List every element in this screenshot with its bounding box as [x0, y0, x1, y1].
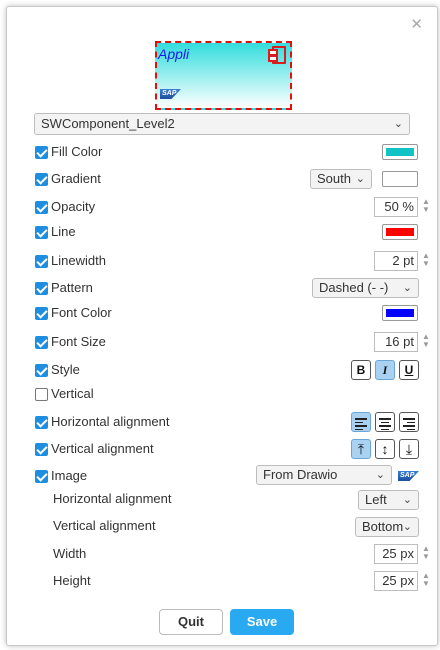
row-vertical-alignment: Vertical alignment ⤒ ↕ ⤓ — [7, 439, 437, 461]
font-color-checkbox[interactable] — [35, 307, 48, 320]
spinner-icon[interactable]: ▲ ▼ — [421, 252, 431, 270]
chevron-down-icon: ⌄ — [402, 282, 412, 294]
style-checkbox[interactable] — [35, 364, 48, 377]
font-color-label: Font Color — [51, 305, 112, 320]
image-h-align-label: Horizontal alignment — [53, 491, 172, 506]
image-height-input[interactable]: 25 px — [374, 571, 418, 591]
opacity-label: Opacity — [51, 199, 96, 214]
align-left-icon[interactable] — [351, 412, 371, 432]
horizontal-alignment-checkbox[interactable] — [35, 416, 48, 429]
vertical-alignment-checkbox[interactable] — [35, 443, 48, 456]
spinner-icon[interactable]: ▲ ▼ — [421, 572, 431, 590]
linewidth-checkbox[interactable] — [35, 255, 48, 268]
close-icon[interactable]: ✕ — [410, 15, 423, 33]
image-width-input[interactable]: 25 px — [374, 544, 418, 564]
pattern-label: Pattern — [51, 280, 93, 295]
font-color-swatch[interactable] — [382, 305, 418, 321]
image-label: Image — [51, 468, 88, 483]
vertical-alignment-label: Vertical alignment — [51, 441, 154, 456]
save-button[interactable]: Save — [230, 609, 294, 635]
sap-logo-icon: SAP — [398, 471, 419, 481]
fill-color-checkbox[interactable] — [35, 146, 48, 159]
font-size-input[interactable]: 16 pt — [374, 332, 418, 352]
image-v-align-value: Bottom — [362, 519, 404, 534]
fill-color-label: Fill Color — [51, 144, 103, 159]
bold-button[interactable]: B — [351, 360, 371, 380]
row-image-height: Height 25 px ▲ ▼ — [7, 571, 437, 593]
font-size-checkbox[interactable] — [35, 336, 48, 349]
line-label: Line — [51, 224, 76, 239]
chevron-down-icon: ⌄ — [375, 469, 385, 481]
chevron-down-icon: ⌄ — [402, 521, 412, 533]
image-v-align-select[interactable]: Bottom ⌄ — [355, 517, 419, 537]
row-linewidth: Linewidth 2 pt ▲ ▼ — [7, 251, 437, 273]
gradient-direction-select[interactable]: South ⌄ — [310, 169, 372, 189]
valign-top-icon[interactable]: ⤒ — [351, 439, 371, 459]
horizontal-alignment-label: Horizontal alignment — [51, 414, 170, 429]
valign-bottom-icon[interactable]: ⤓ — [399, 439, 419, 459]
image-h-align-value: Left — [365, 492, 387, 507]
opacity-input[interactable]: 50 % — [374, 197, 418, 217]
image-width-label: Width — [53, 546, 87, 561]
row-style: Style B I U — [7, 360, 437, 382]
image-source-value: From Drawio — [263, 467, 338, 482]
row-image-v-align: Vertical alignment Bottom ⌄ — [7, 516, 437, 538]
style-label: Style — [51, 362, 80, 377]
gradient-color-swatch[interactable] — [382, 171, 418, 187]
valign-middle-icon[interactable]: ↕ — [375, 439, 395, 459]
vertical-checkbox[interactable] — [35, 388, 48, 401]
chevron-down-icon: ⌄ — [355, 173, 365, 185]
font-size-label: Font Size — [51, 334, 106, 349]
quit-button[interactable]: Quit — [159, 609, 223, 635]
pattern-value: Dashed (- -) — [319, 280, 389, 295]
row-image-h-align: Horizontal alignment Left ⌄ — [7, 489, 437, 511]
gradient-direction-value: South — [317, 171, 351, 186]
row-gradient: Gradient South ⌄ — [7, 169, 437, 191]
row-opacity: Opacity 50 % ▲ ▼ — [7, 197, 437, 219]
shape-select-value: SWComponent_Level2 — [41, 116, 175, 131]
linewidth-label: Linewidth — [51, 253, 106, 268]
gradient-label: Gradient — [51, 171, 101, 186]
spinner-icon[interactable]: ▲ ▼ — [421, 333, 431, 351]
opacity-checkbox[interactable] — [35, 201, 48, 214]
row-vertical: Vertical — [7, 384, 437, 406]
image-v-align-label: Vertical alignment — [53, 518, 156, 533]
gradient-checkbox[interactable] — [35, 173, 48, 186]
style-dialog: ✕ Appli SAP SWComponent_Level2 ⌄ Fill Co… — [6, 6, 438, 646]
row-pattern: Pattern Dashed (- -) ⌄ — [7, 278, 437, 300]
align-center-icon[interactable] — [375, 412, 395, 432]
row-image: Image From Drawio ⌄ SAP — [7, 465, 437, 488]
line-color-swatch[interactable] — [382, 224, 418, 240]
row-font-size: Font Size 16 pt ▲ ▼ — [7, 332, 437, 354]
chevron-down-icon: ⌄ — [393, 118, 403, 130]
shape-select[interactable]: SWComponent_Level2 ⌄ — [34, 113, 410, 135]
align-right-icon[interactable] — [399, 412, 419, 432]
image-h-align-select[interactable]: Left ⌄ — [358, 490, 419, 510]
row-fill-color: Fill Color — [7, 142, 437, 164]
image-source-select[interactable]: From Drawio ⌄ — [256, 465, 392, 485]
spinner-icon[interactable]: ▲ ▼ — [421, 545, 431, 563]
sap-logo-icon: SAP — [160, 89, 181, 99]
chevron-down-icon: ⌄ — [402, 494, 412, 506]
vertical-label: Vertical — [51, 386, 94, 401]
preview-label: Appli — [158, 46, 190, 62]
linewidth-input[interactable]: 2 pt — [374, 251, 418, 271]
spinner-icon[interactable]: ▲ ▼ — [421, 198, 431, 216]
shape-preview: Appli SAP — [155, 41, 292, 110]
fill-color-swatch[interactable] — [382, 144, 418, 160]
row-horizontal-alignment: Horizontal alignment — [7, 412, 437, 434]
underline-button[interactable]: U — [399, 360, 419, 380]
image-height-label: Height — [53, 573, 91, 588]
italic-button[interactable]: I — [375, 360, 395, 380]
row-image-width: Width 25 px ▲ ▼ — [7, 544, 437, 566]
line-checkbox[interactable] — [35, 226, 48, 239]
row-font-color: Font Color — [7, 303, 437, 325]
pattern-select[interactable]: Dashed (- -) ⌄ — [312, 278, 419, 298]
pattern-checkbox[interactable] — [35, 282, 48, 295]
component-icon — [268, 46, 286, 64]
image-checkbox[interactable] — [35, 470, 48, 483]
row-line: Line — [7, 222, 437, 244]
